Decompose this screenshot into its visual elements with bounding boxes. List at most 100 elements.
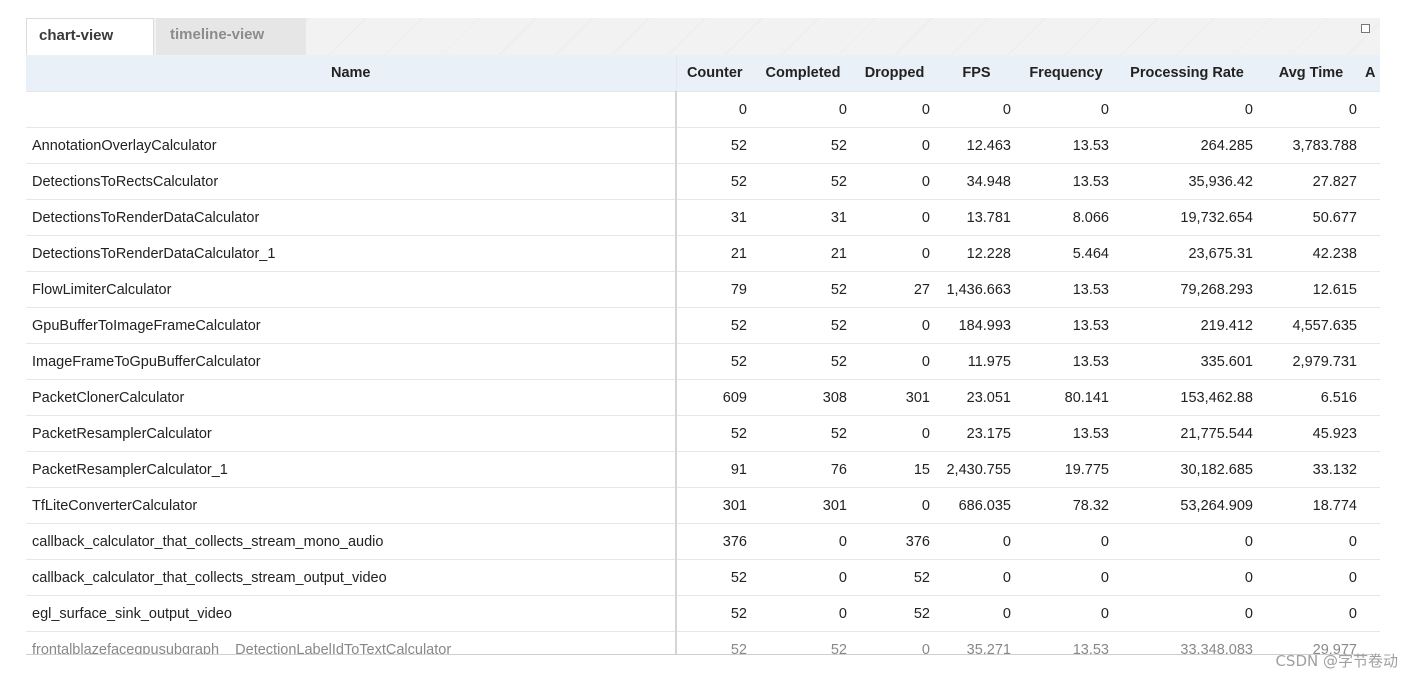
cell-counter: 52 bbox=[676, 415, 753, 452]
cell-completed: 0 bbox=[753, 523, 853, 560]
tab-timeline-view[interactable]: timeline-view bbox=[156, 18, 306, 55]
cell-truncated bbox=[1363, 595, 1380, 632]
cell-dropped: 0 bbox=[853, 487, 936, 524]
cell-counter: 376 bbox=[676, 523, 753, 560]
maximize-icon[interactable] bbox=[1361, 24, 1370, 33]
cell-counter: 0 bbox=[676, 91, 753, 128]
cell-frequency: 5.464 bbox=[1017, 235, 1115, 272]
cell-fps: 34.948 bbox=[936, 163, 1017, 200]
cell-name: egl_surface_sink_output_video bbox=[26, 595, 677, 632]
cell-name: DetectionsToRenderDataCalculator_1 bbox=[26, 235, 677, 272]
cell-frequency: 13.53 bbox=[1017, 415, 1115, 452]
cell-avg-time: 45.923 bbox=[1259, 415, 1363, 452]
cell-truncated bbox=[1363, 487, 1380, 524]
tab-bar: chart-view timeline-view bbox=[26, 18, 1380, 55]
cell-fps: 23.175 bbox=[936, 415, 1017, 452]
cell-frequency: 13.53 bbox=[1017, 163, 1115, 200]
table-row[interactable]: FlowLimiterCalculator 79 52 27 1,436.663 13.5… bbox=[26, 271, 1380, 308]
column-header-completed[interactable]: Completed bbox=[753, 55, 853, 92]
calculator-stats-table-container[interactable]: Name Counter Completed Dropped FPS Frequ… bbox=[26, 55, 1380, 654]
cell-counter: 301 bbox=[676, 487, 753, 524]
cell-counter: 52 bbox=[676, 307, 753, 344]
column-header-name[interactable]: Name bbox=[26, 55, 677, 92]
cell-processing-rate: 30,182.685 bbox=[1115, 451, 1259, 488]
table-row[interactable]: AnnotationOverlayCalculator 52 52 0 12.463 13… bbox=[26, 127, 1380, 164]
table-row[interactable]: callback_calculator_that_collects_stream… bbox=[26, 523, 1380, 560]
cell-avg-time: 27.827 bbox=[1259, 163, 1363, 200]
cell-dropped: 0 bbox=[853, 631, 936, 654]
cell-frequency: 0 bbox=[1017, 523, 1115, 560]
cell-processing-rate: 153,462.88 bbox=[1115, 379, 1259, 416]
table-row[interactable]: 0000000 bbox=[26, 91, 1380, 128]
column-header-truncated[interactable]: A bbox=[1363, 55, 1380, 92]
cell-processing-rate: 21,775.544 bbox=[1115, 415, 1259, 452]
cell-name: AnnotationOverlayCalculator bbox=[26, 127, 677, 164]
cell-name: DetectionsToRectsCalculator bbox=[26, 163, 677, 200]
cell-frequency: 13.53 bbox=[1017, 631, 1115, 654]
table-row[interactable]: TfLiteConverterCalculator 301 301 0 686.035 7… bbox=[26, 487, 1380, 524]
cell-completed: 0 bbox=[753, 559, 853, 596]
cell-dropped: 0 bbox=[853, 343, 936, 380]
cell-dropped: 52 bbox=[853, 595, 936, 632]
table-row[interactable]: PacketResamplerCalculator_1 91 76 15 2,430.7… bbox=[26, 451, 1380, 488]
watermark: CSDN @字节卷动 bbox=[1275, 652, 1398, 670]
table-row[interactable]: PacketClonerCalculator 609 308 301 23.051 80.… bbox=[26, 379, 1380, 416]
column-header-fps[interactable]: FPS bbox=[936, 55, 1017, 92]
cell-counter: 52 bbox=[676, 163, 753, 200]
cell-fps: 12.228 bbox=[936, 235, 1017, 272]
cell-truncated bbox=[1363, 127, 1380, 164]
column-header-avg-time[interactable]: Avg Time bbox=[1259, 55, 1363, 92]
cell-dropped: 0 bbox=[853, 91, 936, 128]
table-row[interactable]: callback_calculator_that_collects_stream… bbox=[26, 559, 1380, 596]
cell-name: PacketResamplerCalculator bbox=[26, 415, 677, 452]
cell-name bbox=[26, 91, 677, 128]
column-header-frequency[interactable]: Frequency bbox=[1017, 55, 1115, 92]
cell-processing-rate: 53,264.909 bbox=[1115, 487, 1259, 524]
cell-name: FlowLimiterCalculator bbox=[26, 271, 677, 308]
cell-processing-rate: 264.285 bbox=[1115, 127, 1259, 164]
cell-avg-time: 0 bbox=[1259, 91, 1363, 128]
table-header-row: Name Counter Completed Dropped FPS Frequ… bbox=[26, 55, 1380, 92]
cell-fps: 23.051 bbox=[936, 379, 1017, 416]
column-header-processing-rate[interactable]: Processing Rate bbox=[1115, 55, 1259, 92]
column-header-dropped[interactable]: Dropped bbox=[853, 55, 936, 92]
cell-truncated bbox=[1363, 415, 1380, 452]
table-row[interactable]: DetectionsToRectsCalculator 52 52 0 34.948 13… bbox=[26, 163, 1380, 200]
cell-truncated bbox=[1363, 235, 1380, 272]
column-header-counter[interactable]: Counter bbox=[676, 55, 753, 92]
cell-completed: 52 bbox=[753, 127, 853, 164]
profiler-panel: chart-view timeline-view Name Counter Co… bbox=[26, 18, 1380, 655]
table-row[interactable]: DetectionsToRenderDataCalculator 31 31 0 13.… bbox=[26, 199, 1380, 236]
cell-truncated bbox=[1363, 523, 1380, 560]
table-row[interactable]: ImageFrameToGpuBufferCalculator 52 52 0 11.9… bbox=[26, 343, 1380, 380]
cell-fps: 0 bbox=[936, 523, 1017, 560]
cell-frequency: 80.141 bbox=[1017, 379, 1115, 416]
cell-counter: 609 bbox=[676, 379, 753, 416]
cell-dropped: 301 bbox=[853, 379, 936, 416]
cell-avg-time: 18.774 bbox=[1259, 487, 1363, 524]
cell-fps: 35.271 bbox=[936, 631, 1017, 654]
cell-dropped: 376 bbox=[853, 523, 936, 560]
cell-name: callback_calculator_that_collects_stream… bbox=[26, 523, 677, 560]
cell-dropped: 0 bbox=[853, 415, 936, 452]
cell-completed: 21 bbox=[753, 235, 853, 272]
cell-counter: 52 bbox=[676, 631, 753, 654]
table-row[interactable]: GpuBufferToImageFrameCalculator 52 52 0 184.… bbox=[26, 307, 1380, 344]
cell-dropped: 15 bbox=[853, 451, 936, 488]
cell-completed: 0 bbox=[753, 91, 853, 128]
table-row[interactable]: frontalblazefacegpusubgraph__DetectionLa… bbox=[26, 631, 1380, 654]
table-row[interactable]: egl_surface_sink_output_video 52 0 52 0 0 0 0 bbox=[26, 595, 1380, 632]
cell-completed: 308 bbox=[753, 379, 853, 416]
cell-completed: 52 bbox=[753, 307, 853, 344]
cell-name: callback_calculator_that_collects_stream… bbox=[26, 559, 677, 596]
table-row[interactable]: PacketResamplerCalculator 52 52 0 23.175 13.5… bbox=[26, 415, 1380, 452]
cell-truncated bbox=[1363, 91, 1380, 128]
cell-processing-rate: 335.601 bbox=[1115, 343, 1259, 380]
table-row[interactable]: DetectionsToRenderDataCalculator_1 21 21 0 1… bbox=[26, 235, 1380, 272]
cell-counter: 52 bbox=[676, 127, 753, 164]
cell-counter: 52 bbox=[676, 559, 753, 596]
tab-chart-view[interactable]: chart-view bbox=[26, 18, 154, 55]
calculator-stats-table: Name Counter Completed Dropped FPS Frequ… bbox=[26, 55, 1380, 654]
cell-processing-rate: 0 bbox=[1115, 523, 1259, 560]
cell-avg-time: 0 bbox=[1259, 595, 1363, 632]
